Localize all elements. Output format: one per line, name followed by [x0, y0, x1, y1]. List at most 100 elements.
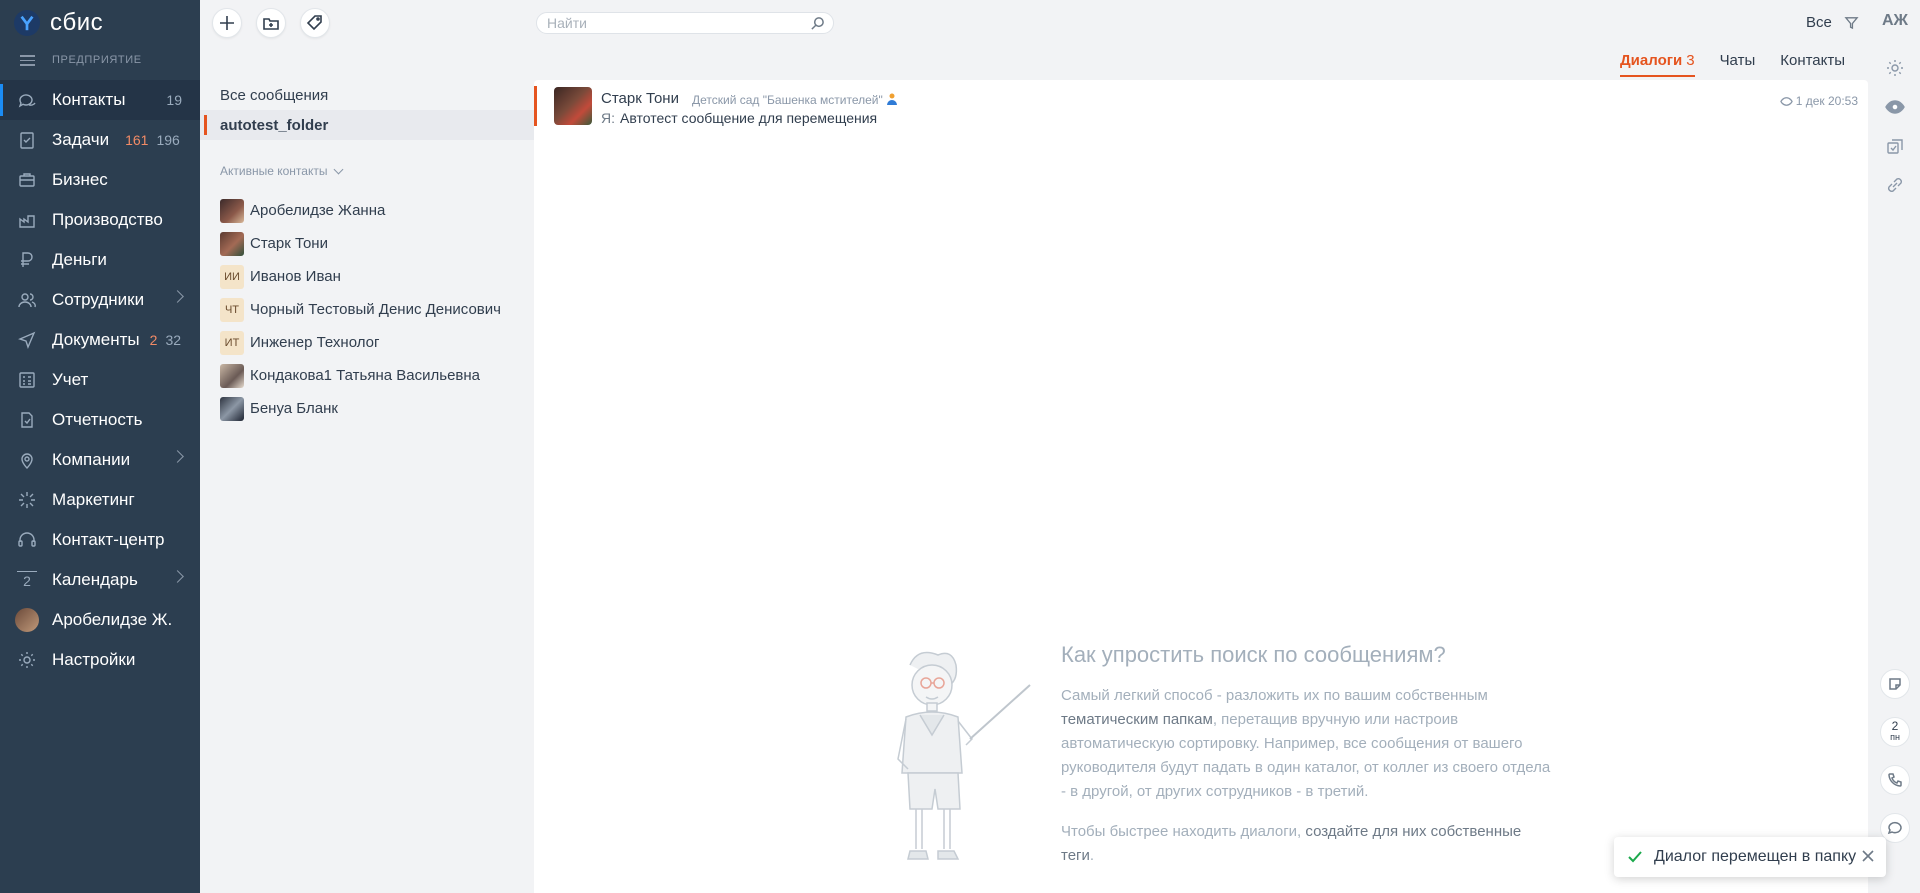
sidebar-item-label: Аробелидзе Ж. [52, 610, 173, 629]
sidebar-item-employees[interactable]: Сотрудники [0, 280, 200, 320]
sidebar-item-contacts[interactable]: Контакты 19 [0, 80, 200, 120]
folder-autotest[interactable]: autotest_folder [200, 110, 534, 140]
tab-dialogs[interactable]: Диалоги 3 [1620, 52, 1695, 77]
logo-text: сбис [50, 9, 104, 36]
thematic-folders-link[interactable]: тематическим папкам [1061, 711, 1213, 728]
avatar [220, 363, 244, 388]
right-toolbar [1880, 48, 1910, 204]
sidebar-item-label: Компании [52, 450, 131, 469]
sidebar-item-label: Бизнес [52, 170, 108, 189]
search-input[interactable] [547, 15, 797, 31]
add-button[interactable] [212, 8, 242, 38]
list-item[interactable]: ИИ Иванов Иван [200, 260, 534, 293]
sbis-logo-icon [14, 10, 40, 36]
checklist-icon [1887, 138, 1903, 154]
message-preview: Я: Автотест сообщение для перемещения [601, 110, 877, 126]
list-item[interactable]: ЧТ Чорный Тестовый Денис Денисович [200, 293, 534, 326]
new-folder-button[interactable] [256, 8, 286, 38]
notes-button[interactable] [1880, 660, 1910, 708]
folder-all-messages[interactable]: Все сообщения [200, 80, 534, 110]
tasks-button[interactable] [1880, 126, 1910, 165]
hint-paragraph: Самый легкий способ - разложить их по ва… [1061, 687, 1551, 800]
sidebar-item-reports[interactable]: Отчетность [0, 400, 200, 440]
employees-icon [17, 290, 37, 310]
tab-contacts[interactable]: Контакты [1780, 52, 1845, 77]
calendar-day: 2 [1891, 719, 1899, 733]
sidebar-item-marketing[interactable]: Маркетинг [0, 480, 200, 520]
contact-name: Инженер Технолог [250, 334, 380, 351]
folder-plus-icon [263, 18, 279, 30]
business-icon [17, 170, 37, 190]
eye-icon [1885, 99, 1905, 114]
right-bottom-toolbar: 2 пн [1880, 660, 1910, 852]
marketing-icon [17, 490, 37, 510]
teacher-illustration [897, 651, 1031, 860]
hamburger-menu-icon[interactable] [20, 52, 35, 69]
notification-toast: Диалог перемещен в папку [1614, 837, 1886, 877]
chevron-right-icon[interactable] [171, 450, 184, 463]
calendar-weekday: пн [1890, 732, 1900, 742]
list-item[interactable]: Старк Тони [200, 227, 534, 260]
list-item[interactable]: Аробелидзе Жанна [200, 194, 534, 227]
search-box [536, 12, 834, 34]
documents-new-count: 2 [149, 332, 158, 348]
sidebar-item-settings[interactable]: Настройки [0, 640, 200, 680]
note-icon [1889, 678, 1901, 690]
contact-name: Бенуа Бланк [250, 400, 338, 417]
tab-count: 3 [1686, 52, 1695, 69]
contact-name: Старк Тони [250, 235, 328, 252]
sidebar-item-accounting[interactable]: Учет [0, 360, 200, 400]
sidebar-item-label: Производство [52, 210, 163, 229]
message-date: 1 дек 20:53 [1779, 94, 1858, 108]
person-icon [886, 93, 897, 105]
contacts-count: 19 [166, 92, 182, 108]
sidebar-item-profile[interactable]: Аробелидзе Ж. [0, 600, 200, 640]
search-icon[interactable] [810, 16, 825, 36]
message-text: Автотест сообщение для перемещения [620, 110, 878, 126]
phone-button[interactable] [1880, 756, 1910, 804]
tab-chats[interactable]: Чаты [1720, 52, 1756, 77]
sidebar-item-production[interactable]: Производство [0, 200, 200, 240]
contacts-icon [17, 90, 37, 110]
tab-label: Контакты [1780, 52, 1846, 69]
sidebar-item-label: Сотрудники [52, 290, 145, 309]
sidebar-item-contact-center[interactable]: Контакт-центр [0, 520, 200, 560]
tab-label: Диалоги [1620, 52, 1683, 69]
chevron-right-icon[interactable] [171, 290, 184, 303]
chevron-right-icon[interactable] [171, 570, 184, 583]
sidebar-item-documents[interactable]: Документы 2 32 [0, 320, 200, 360]
filter[interactable]: Все [1806, 14, 1859, 31]
sender-name[interactable]: Старк Тони [601, 90, 679, 107]
sidebar-item-money[interactable]: Деньги [0, 240, 200, 280]
list-item[interactable]: Кондакова1 Татьяна Васильевна [200, 359, 534, 392]
avatar: ЧТ [220, 297, 244, 322]
sidebar-item-business[interactable]: Бизнес [0, 160, 200, 200]
close-icon[interactable] [1860, 848, 1876, 869]
calendar-button[interactable]: 2 пн [1880, 708, 1910, 756]
sidebar-item-label: Настройки [52, 650, 136, 669]
user-initials[interactable]: АЖ [1882, 12, 1908, 30]
logo[interactable]: сбис [14, 8, 103, 38]
avatar [220, 396, 244, 421]
message-row[interactable]: Старк Тони Детский сад "Башенка мстителе… [534, 84, 1868, 128]
sidebar-item-tasks[interactable]: Задачи 161 196 [0, 120, 200, 160]
contact-name: Кондакова1 Татьяна Васильевна [250, 367, 481, 384]
calendar-icon: 2 [17, 571, 37, 589]
gear-icon [1887, 59, 1903, 76]
tasks-icon [17, 130, 37, 150]
active-contacts-header[interactable]: Активные контакты [200, 162, 534, 180]
sender-organization: Детский сад "Башенка мстителей" [692, 93, 897, 107]
sidebar-item-companies[interactable]: Компании [0, 440, 200, 480]
sidebar-item-calendar[interactable]: 2 Календарь [0, 560, 200, 600]
tags-button[interactable] [300, 8, 330, 38]
contact-name: Аробелидзе Жанна [250, 202, 386, 219]
company-switcher[interactable]: ПРЕДПРИЯТИЕ [20, 52, 142, 69]
list-item[interactable]: ИТ Инженер Технолог [200, 326, 534, 359]
phone-icon [1888, 773, 1902, 787]
plus-icon [220, 16, 234, 30]
folders-panel: Все сообщения autotest_folder Активные к… [200, 80, 534, 893]
view-button[interactable] [1880, 87, 1910, 126]
list-item[interactable]: Бенуа Бланк [200, 392, 534, 425]
link-button[interactable] [1880, 165, 1910, 204]
settings-button[interactable] [1880, 48, 1910, 87]
